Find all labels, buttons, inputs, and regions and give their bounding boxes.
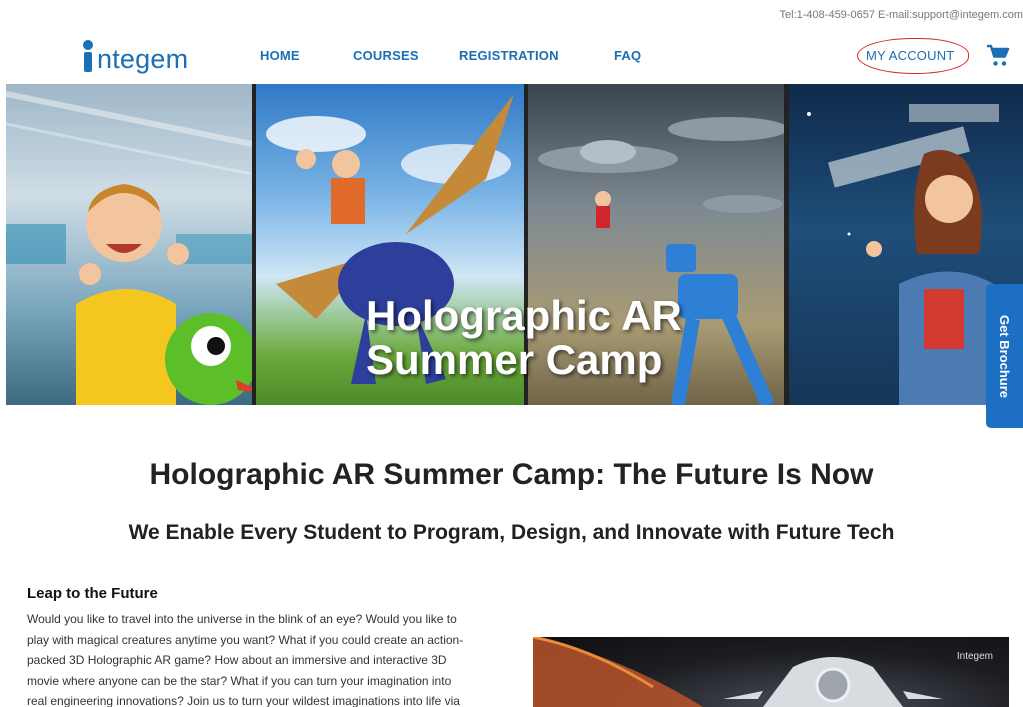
page-title: Holographic AR Summer Camp: The Future I… (149, 458, 874, 491)
main-nav: HOME COURSES REGISTRATION FAQ MY ACCOUNT (0, 48, 1023, 66)
banner-title: Holographic AR Summer Camp (366, 294, 682, 382)
promo-logo: Integem (956, 651, 993, 662)
boy-illustration (6, 91, 252, 405)
nav-faq[interactable]: FAQ (614, 48, 641, 63)
brochure-label: Get Brochure (997, 314, 1013, 398)
get-brochure-button[interactable]: Get Brochure (986, 284, 1023, 428)
banner-title-line1: Holographic AR (366, 292, 682, 339)
leap-line: Would you like to travel into the univer… (27, 612, 457, 626)
nav-home[interactable]: HOME (260, 48, 300, 63)
contact-bar: Tel:1-408-459-0657 E-mail:support@integem… (780, 9, 1023, 21)
page-subtitle: We Enable Every Student to Program, Desi… (128, 521, 895, 544)
leap-line: packed 3D Holographic AR game? How about… (27, 653, 447, 668)
nav-registration[interactable]: REGISTRATION (459, 48, 559, 63)
leap-section-body: Would you like to travel into the univer… (27, 609, 522, 707)
hero-banner[interactable]: Holographic AR Summer Camp (6, 84, 1023, 405)
phone-text: Tel:1-408-459-0657 (779, 9, 875, 21)
spaceship-illustration (533, 637, 943, 707)
leap-line: play with magical creatures anytime you … (27, 632, 464, 647)
nav-courses[interactable]: COURSES (353, 48, 419, 63)
leap-line: real engineering innovations? Join us to… (27, 694, 460, 707)
promo-video-thumbnail[interactable]: Integem (533, 637, 1009, 707)
leap-section-title: Leap to the Future (27, 585, 158, 602)
email-text: E-mail:support@integem.com (877, 9, 1023, 21)
banner-title-line2: Summer Camp (366, 336, 663, 383)
nav-my-account[interactable]: MY ACCOUNT (866, 48, 954, 63)
leap-line: movie where anyone can be the star? What… (27, 673, 452, 688)
cart-icon[interactable] (986, 44, 1010, 68)
banner-panel-boy (6, 84, 252, 405)
